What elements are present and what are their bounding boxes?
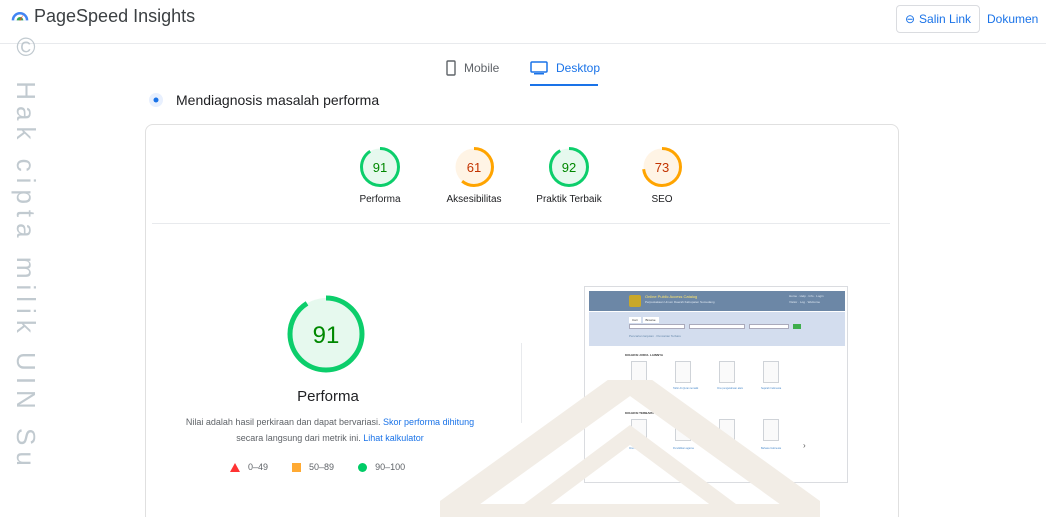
gauge-score: 92 xyxy=(562,160,576,175)
legend-item-pass: 90–100 xyxy=(358,462,405,472)
preview-logo-icon xyxy=(629,295,641,307)
pagespeed-logo-icon xyxy=(11,11,29,20)
main-score-label: Performa xyxy=(297,388,359,405)
link-icon: ⊖ xyxy=(904,12,916,26)
gauge-label: Aksesibilitas xyxy=(446,194,502,205)
legend-item-average: 50–89 xyxy=(292,462,334,472)
legend-range: 0–49 xyxy=(248,462,269,472)
tab-mobile-label: Mobile xyxy=(464,61,500,75)
preview-input xyxy=(689,324,745,329)
gauge-label: SEO xyxy=(651,194,673,205)
gauge-ring: 61 xyxy=(454,147,494,187)
triangle-icon xyxy=(230,462,240,472)
preview-advanced-link: Pencarian lanjutan · Pencarian Terbaru xyxy=(629,334,681,338)
calculator-link[interactable]: Lihat kalkulator xyxy=(363,433,424,443)
diagnose-heading: Mendiagnosis masalah performa xyxy=(148,92,379,108)
desktop-icon xyxy=(530,61,548,75)
legend-item-fail: 0–49 xyxy=(230,462,268,472)
preview-tabs: Cari Browse xyxy=(629,317,661,323)
copy-link-label: Salin Link xyxy=(919,12,972,26)
docs-button[interactable]: Dokumen xyxy=(987,5,1038,33)
docs-label: Dokumen xyxy=(987,12,1039,26)
main-score-value: 91 xyxy=(313,322,340,349)
gauge-ring: 92 xyxy=(549,147,589,187)
main-score-gauge: 91 xyxy=(287,295,365,373)
diagnose-title: Mendiagnosis masalah performa xyxy=(176,92,380,108)
app-title: PageSpeed Insights xyxy=(34,6,196,26)
tab-mobile[interactable]: Mobile xyxy=(446,50,499,86)
preview-tab: Browse xyxy=(642,317,659,323)
preview-input xyxy=(629,324,685,329)
preview-site-title: Online Public Access Catalog xyxy=(645,294,698,299)
preview-top-right-1: Home · Help · Info · Login xyxy=(789,294,824,298)
preview-input xyxy=(749,324,789,329)
gauge-ring: 91 xyxy=(360,147,400,187)
watermark-triangle-shape xyxy=(440,380,820,517)
top-header: PageSpeed Insights ⊖ Salin Link Dokumen xyxy=(0,0,1046,44)
preview-header: Online Public Access Catalog Perpustakaa… xyxy=(589,291,845,311)
tab-desktop[interactable]: Desktop xyxy=(530,50,600,86)
square-icon xyxy=(292,462,302,472)
watermark-text: © Hak cipta milik UIN Su xyxy=(11,32,41,472)
score-gauge[interactable]: 61 Aksesibilitas xyxy=(419,145,529,205)
preview-top-right-2: Visitor · Log · Welcome xyxy=(789,300,821,304)
gauge-score: 61 xyxy=(467,160,481,175)
circle-icon xyxy=(358,462,368,472)
note-text: Nilai adalah hasil perkiraan dan dapat b… xyxy=(185,417,381,427)
legend-range: 90–100 xyxy=(375,462,406,472)
legend-range: 50–89 xyxy=(309,462,335,472)
mobile-icon xyxy=(446,60,456,76)
score-gauge[interactable]: 73 SEO xyxy=(607,145,717,205)
preview-section-title: KOLEKSI JUDUL LAINNYA xyxy=(625,353,664,357)
diagnose-spark-icon xyxy=(149,93,163,107)
active-tab-indicator xyxy=(530,84,598,86)
score-legend: 0–49 50–89 90–100 xyxy=(230,462,429,472)
preview-site-subtitle: Perpustakaan Umum Daerah Kabupaten Sumed… xyxy=(645,300,715,304)
preview-go-button xyxy=(793,324,801,329)
app-root: PageSpeed Insights ⊖ Salin Link Dokumen … xyxy=(0,0,1046,517)
tab-desktop-label: Desktop xyxy=(556,61,601,75)
section-divider xyxy=(152,223,890,224)
gauge-score: 73 xyxy=(655,160,669,175)
preview-tab: Cari xyxy=(629,317,641,323)
brand[interactable]: PageSpeed Insights xyxy=(10,6,195,27)
gauge-score: 91 xyxy=(373,160,387,175)
preview-search-panel: Cari Browse Pencarian lanjutan · Pencaria… xyxy=(589,312,845,346)
gauge-ring: 73 xyxy=(642,147,682,187)
note-mid-text: secara langsung dari metrik ini. xyxy=(236,433,361,443)
copy-link-button[interactable]: ⊖ Salin Link xyxy=(896,5,980,33)
